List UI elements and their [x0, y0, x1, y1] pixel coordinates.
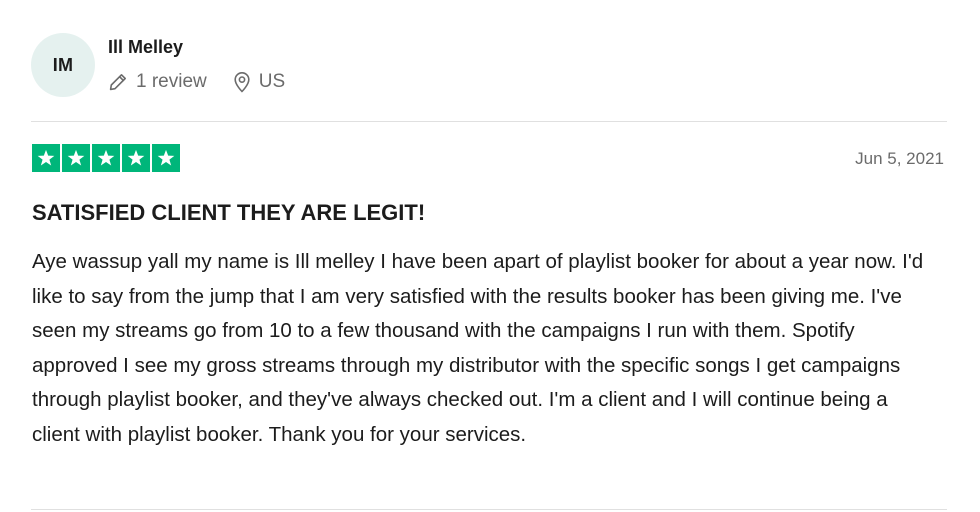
consumer-location: US	[233, 71, 285, 93]
consumer-meta: 1 review US	[108, 69, 285, 95]
review-count: 1 review	[108, 71, 207, 93]
avatar[interactable]: IM	[31, 33, 95, 97]
star-icon	[152, 144, 180, 172]
star-icon	[122, 144, 150, 172]
consumer-name[interactable]: Ill Melley	[108, 37, 183, 58]
review-body: Aye wassup yall my name is Ill melley I …	[32, 250, 924, 446]
star-icon	[92, 144, 120, 172]
review-date: Jun 5, 2021	[855, 149, 944, 168]
star-rating	[32, 144, 180, 172]
review-count-text: 1 review	[136, 71, 207, 92]
location-pin-icon	[233, 71, 251, 93]
divider	[31, 509, 947, 510]
pencil-icon	[108, 72, 128, 92]
star-icon	[62, 144, 90, 172]
review-card: IM Ill Melley 1 review US Jun 5, 2021 SA…	[0, 0, 980, 512]
location-text: US	[258, 71, 286, 92]
avatar-initials: IM	[52, 54, 74, 75]
review-title[interactable]: SATISFIED CLIENT THEY ARE LEGIT!	[32, 200, 425, 226]
divider	[31, 121, 947, 122]
star-icon	[32, 144, 60, 172]
